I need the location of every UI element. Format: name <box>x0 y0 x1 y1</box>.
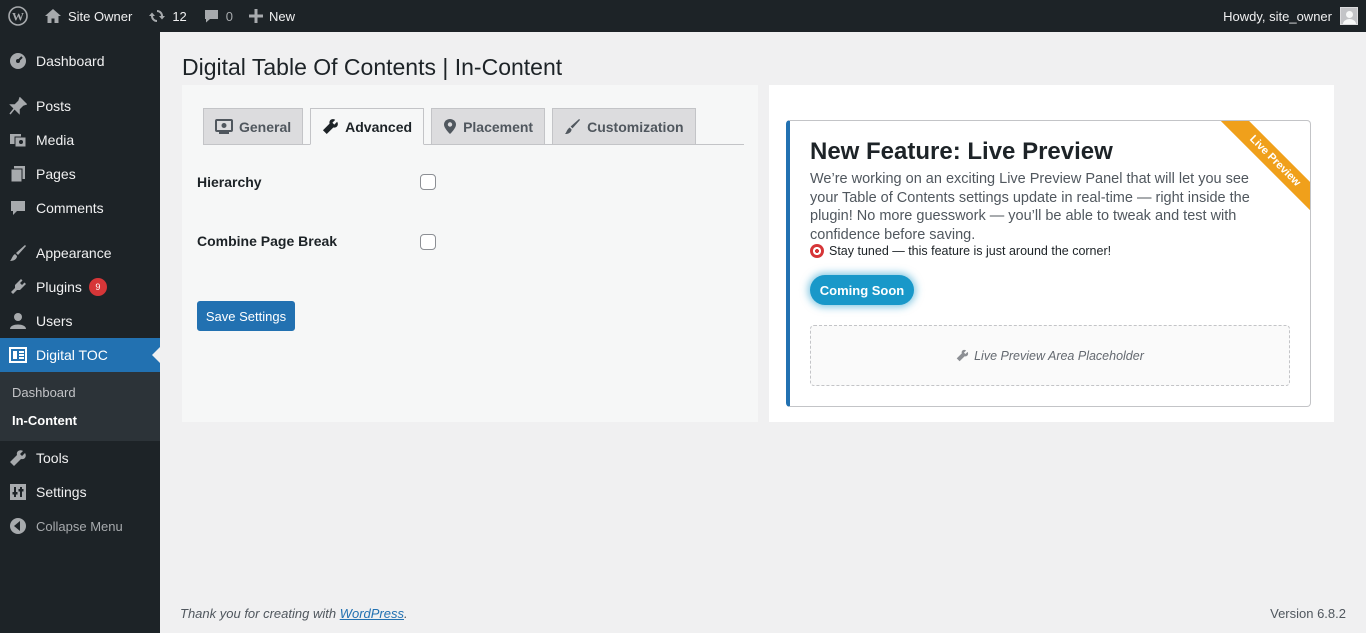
footer-thanks-prefix: Thank you for creating with <box>180 606 340 621</box>
sidebar-item-digital-toc[interactable]: Digital TOC <box>0 338 160 372</box>
avatar <box>1340 7 1358 25</box>
footer-thanks-suffix: . <box>404 606 408 621</box>
settings-tabs: General Advanced Placement Customization <box>203 108 744 145</box>
live-preview-panel: Live Preview New Feature: Live Preview W… <box>769 85 1334 422</box>
home-icon <box>44 8 62 24</box>
comments-link[interactable]: 0 <box>195 0 241 32</box>
combine-page-break-row: Combine Page Break <box>197 233 436 250</box>
live-preview-placeholder: Live Preview Area Placeholder <box>810 325 1290 386</box>
new-content-link[interactable]: New <box>241 0 303 32</box>
admin-bar: W Site Owner 12 0 New Howdy, site_owner <box>0 0 1366 32</box>
sidebar-item-label: Pages <box>36 166 76 182</box>
submenu-item-in-content[interactable]: In-Content <box>0 407 160 435</box>
sidebar-item-label: Users <box>36 313 73 329</box>
target-icon <box>810 244 824 258</box>
monitor-icon <box>215 118 233 135</box>
toc-icon <box>8 345 28 365</box>
tab-placement[interactable]: Placement <box>431 108 546 144</box>
sidebar-item-media[interactable]: Media <box>0 123 160 157</box>
pin-icon <box>8 96 28 116</box>
admin-sidebar: Dashboard Posts Media Pages Comments App… <box>0 32 160 633</box>
hierarchy-row: Hierarchy <box>197 174 436 190</box>
plus-icon <box>249 9 264 23</box>
submenu-item-dashboard[interactable]: Dashboard <box>0 379 160 407</box>
sidebar-item-appearance[interactable]: Appearance <box>0 236 160 270</box>
preview-note-text: Stay tuned — this feature is just around… <box>829 244 1112 258</box>
tab-advanced[interactable]: Advanced <box>310 108 425 145</box>
sidebar-item-label: Posts <box>36 98 72 114</box>
svg-text:W: W <box>12 10 24 24</box>
preview-description: We’re working on an exciting Live Previe… <box>810 171 1250 243</box>
sidebar-item-plugins[interactable]: Plugins 9 <box>0 270 160 304</box>
sidebar-item-settings[interactable]: Settings <box>0 475 160 509</box>
sidebar-item-label: Appearance <box>36 245 112 261</box>
footer-thanks: Thank you for creating with WordPress. <box>180 606 408 621</box>
combine-page-break-label: Combine Page Break <box>197 233 338 249</box>
tab-label: Placement <box>463 118 534 135</box>
sidebar-item-dashboard[interactable]: Dashboard <box>0 44 160 78</box>
hierarchy-label: Hierarchy <box>197 174 262 190</box>
site-name-link[interactable]: Site Owner <box>36 0 140 32</box>
save-settings-button[interactable]: Save Settings <box>197 301 295 331</box>
digital-toc-submenu: Dashboard In-Content <box>0 372 160 441</box>
brush-icon <box>8 243 28 263</box>
new-label: New <box>269 8 296 24</box>
wordpress-link[interactable]: WordPress <box>340 606 404 621</box>
my-account-link[interactable]: Howdy, site_owner <box>1215 0 1366 32</box>
collapse-menu-label: Collapse Menu <box>36 518 123 534</box>
brush-icon <box>564 118 581 135</box>
sidebar-item-label: Media <box>36 132 75 148</box>
tab-label: Customization <box>587 118 684 135</box>
coming-soon-button[interactable]: Coming Soon <box>810 275 914 305</box>
tab-label: Advanced <box>345 118 413 135</box>
sidebar-item-label: Settings <box>36 484 87 500</box>
sidebar-item-label: Dashboard <box>36 53 105 69</box>
updates-link[interactable]: 12 <box>140 0 194 32</box>
page-title: Digital Table Of Contents | In-Content <box>182 54 563 80</box>
combine-page-break-checkbox[interactable] <box>420 234 436 250</box>
comment-icon <box>8 198 28 218</box>
sidebar-item-posts[interactable]: Posts <box>0 89 160 123</box>
howdy-text: Howdy, site_owner <box>1223 8 1332 24</box>
sidebar-item-label: Digital TOC <box>36 347 108 363</box>
updates-icon <box>148 7 166 25</box>
live-preview-card: Live Preview New Feature: Live Preview W… <box>786 120 1311 407</box>
main-content: Digital Table Of Contents | In-Content G… <box>160 32 1366 633</box>
users-icon <box>8 311 28 331</box>
media-icon <box>8 130 28 150</box>
location-icon <box>443 118 457 135</box>
sidebar-item-label: Comments <box>36 200 104 216</box>
sidebar-item-label: Plugins <box>36 279 82 295</box>
comment-icon <box>203 8 220 24</box>
sidebar-item-comments[interactable]: Comments <box>0 191 160 225</box>
hierarchy-checkbox[interactable] <box>420 174 436 190</box>
settings-panel: General Advanced Placement Customization <box>182 85 758 422</box>
wordpress-logo-icon[interactable]: W <box>0 0 36 32</box>
settings-icon <box>8 482 28 502</box>
wrench-icon <box>8 448 28 468</box>
updates-count: 12 <box>172 8 187 24</box>
dashboard-icon <box>8 51 28 71</box>
site-name: Site Owner <box>68 8 133 24</box>
wrench-icon <box>322 118 339 135</box>
plugins-update-badge: 9 <box>88 278 107 296</box>
plugin-icon <box>8 277 28 297</box>
sidebar-item-label: Tools <box>36 450 69 466</box>
footer-version: Version 6.8.2 <box>1270 606 1346 621</box>
preview-title: New Feature: Live Preview <box>810 138 1113 165</box>
placeholder-text: Live Preview Area Placeholder <box>974 348 1144 363</box>
tab-customization[interactable]: Customization <box>552 108 696 144</box>
comments-count: 0 <box>225 8 234 24</box>
tab-general[interactable]: General <box>203 108 304 144</box>
sidebar-item-tools[interactable]: Tools <box>0 441 160 475</box>
collapse-menu-button[interactable]: Collapse Menu <box>0 509 160 543</box>
tab-label: General <box>239 118 292 135</box>
pages-icon <box>8 164 28 184</box>
preview-note: Stay tuned — this feature is just around… <box>810 244 1111 258</box>
wrench-icon <box>956 349 969 362</box>
collapse-icon <box>8 516 28 536</box>
sidebar-item-users[interactable]: Users <box>0 304 160 338</box>
sidebar-item-pages[interactable]: Pages <box>0 157 160 191</box>
